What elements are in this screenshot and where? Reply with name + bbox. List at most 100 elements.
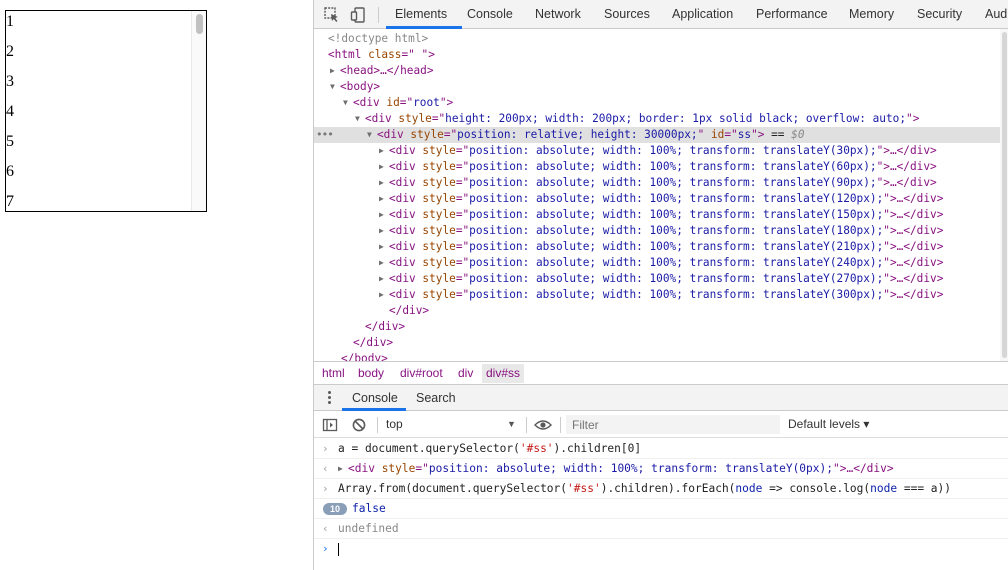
breadcrumb-div-ss[interactable]: div#ss <box>482 364 525 383</box>
collapsed-arrow-icon[interactable]: ▶ <box>379 175 389 191</box>
console-result-line[interactable]: ‹ undefined <box>314 519 1008 539</box>
tree-node-child-div[interactable]: ▶ <div style="position: absolute; width: … <box>314 143 1001 159</box>
breadcrumb-body[interactable]: body <box>354 364 388 383</box>
doctype-text: <!doctype html> <box>328 32 429 45</box>
expanded-arrow-icon[interactable]: ▼ <box>330 79 340 95</box>
collapsed-arrow-icon[interactable]: ▶ <box>379 287 389 303</box>
list-item: 7 <box>6 193 14 210</box>
device-toolbar-icon[interactable] <box>350 6 368 24</box>
tab-console[interactable]: Console <box>467 0 513 29</box>
default-levels-dropdown[interactable]: Default levels ▾ <box>788 411 869 438</box>
filter-input[interactable] <box>566 415 780 434</box>
tab-elements[interactable]: Elements <box>395 0 447 29</box>
collapsed-arrow-icon[interactable]: ▶ <box>379 271 389 287</box>
tree-node-close-body[interactable]: </body> <box>314 351 1001 361</box>
list-item: 6 <box>6 163 14 180</box>
tree-node-child-div[interactable]: ▶ <div style="position: absolute; width: … <box>314 207 1001 223</box>
tag-text: <div <box>348 462 382 475</box>
tag-text: <div <box>353 96 387 109</box>
console-prompt[interactable]: › <box>314 539 1008 559</box>
drawer-menu-icon[interactable] <box>328 391 332 405</box>
tree-node-child-div[interactable]: ▶ <div style="position: absolute; width: … <box>314 287 1001 303</box>
more-options-icon[interactable]: ••• <box>316 127 334 143</box>
expanded-arrow-icon[interactable]: ▼ <box>343 95 353 111</box>
console-input-line[interactable]: › a = document.querySelector('#ss').chil… <box>314 439 1008 459</box>
tree-node-close-div[interactable]: </div> <box>314 335 1001 351</box>
tree-node-child-div[interactable]: ▶ <div style="position: absolute; width: … <box>314 159 1001 175</box>
collapsed-arrow-icon[interactable]: ▶ <box>379 191 389 207</box>
list-item: 2 <box>6 43 14 60</box>
code-text: ).children).forEach( <box>600 482 736 495</box>
tag-text: ">…</div> <box>833 462 894 475</box>
collapsed-arrow-icon[interactable]: ▶ <box>379 207 389 223</box>
console-log-line[interactable]: 10 false <box>314 499 1008 519</box>
tag-text: <html <box>328 48 369 61</box>
tree-node-div-outer[interactable]: ▼ <div style="height: 200px; width: 200px… <box>314 111 1001 127</box>
tree-node-head[interactable]: ▶ <head>…</head> <box>314 63 1001 79</box>
tree-node-child-div[interactable]: ▶ <div style="position: absolute; width: … <box>314 271 1001 287</box>
tag-text: ">…</div> <box>883 272 944 285</box>
vertical-scrollbar[interactable] <box>191 11 206 211</box>
collapsed-arrow-icon[interactable]: ▶ <box>379 255 389 271</box>
tab-memory[interactable]: Memory <box>849 0 894 29</box>
tree-node-div-ss-selected[interactable]: ••• ▼ <div style="position: relative; hei… <box>314 127 1001 143</box>
tree-node-close-div[interactable]: </div> <box>314 319 1001 335</box>
collapsed-arrow-icon[interactable]: ▶ <box>379 143 389 159</box>
breadcrumb-div[interactable]: div <box>454 364 477 383</box>
collapsed-arrow-icon[interactable]: ▶ <box>338 459 348 479</box>
identifier: node <box>870 482 898 495</box>
tag-text: <div <box>389 176 423 189</box>
tree-node-child-div[interactable]: ▶ <div style="position: absolute; width: … <box>314 239 1001 255</box>
tree-node-child-div[interactable]: ▶ <div style="position: absolute; width: … <box>314 191 1001 207</box>
elements-tree[interactable]: <!doctype html> <html class=" "> ▶ <head>… <box>314 29 1001 361</box>
tag-text: <div <box>389 224 423 237</box>
tab-audits[interactable]: Audi <box>985 0 1008 29</box>
collapsed-arrow-icon[interactable]: ▶ <box>379 159 389 175</box>
tab-performance[interactable]: Performance <box>756 0 828 29</box>
clear-console-icon[interactable] <box>351 417 367 433</box>
attr-name: class <box>368 48 402 61</box>
breadcrumb-html[interactable]: html <box>318 364 349 383</box>
scrollbar-thumb[interactable] <box>1002 32 1007 358</box>
console-result-line[interactable]: ‹ ▶ <div style="position: absolute; width… <box>314 459 1008 479</box>
tab-sources[interactable]: Sources <box>604 0 650 29</box>
collapsed-arrow-icon[interactable]: ▶ <box>379 239 389 255</box>
tag-text: =" <box>455 272 470 285</box>
tag-text: "> <box>439 96 454 109</box>
attr-value: position: absolute; width: 100%; transfo… <box>469 208 884 221</box>
toolbar-divider <box>378 7 379 23</box>
sidebar-toggle-icon[interactable] <box>322 417 338 433</box>
expanded-arrow-icon[interactable]: ▼ <box>355 111 365 127</box>
tab-security[interactable]: Security <box>917 0 962 29</box>
tree-node-close-div[interactable]: </div> <box>314 303 1001 319</box>
collapsed-arrow-icon[interactable]: ▶ <box>330 63 340 79</box>
context-dropdown-icon[interactable]: ▼ <box>507 411 516 438</box>
tree-node-child-div[interactable]: ▶ <div style="position: absolute; width: … <box>314 175 1001 191</box>
live-expression-eye-icon[interactable] <box>534 418 552 432</box>
tab-drawer-search[interactable]: Search <box>416 385 456 411</box>
console-input-line[interactable]: › Array.from(document.querySelector('#ss… <box>314 479 1008 499</box>
context-select[interactable]: top <box>386 411 403 438</box>
tree-scrollbar[interactable] <box>1000 29 1008 361</box>
toolbar-divider <box>526 417 527 433</box>
tree-node-html[interactable]: <html class=" "> <box>314 47 1001 63</box>
attr-name: style <box>422 256 456 269</box>
expanded-arrow-icon[interactable]: ▼ <box>367 127 377 143</box>
scrollbar-thumb[interactable] <box>196 14 203 34</box>
tab-network[interactable]: Network <box>535 0 581 29</box>
attr-name: style <box>422 144 456 157</box>
attr-value: position: absolute; width: 100%; transfo… <box>469 256 884 269</box>
collapsed-arrow-icon[interactable]: ▶ <box>379 223 389 239</box>
tab-application[interactable]: Application <box>672 0 733 29</box>
breadcrumb-div-root[interactable]: div#root <box>396 364 447 383</box>
inspect-element-icon[interactable] <box>323 6 341 24</box>
tree-node-doctype[interactable]: <!doctype html> <box>314 31 1001 47</box>
tag-text: =" <box>455 144 470 157</box>
tag-text: </div> <box>353 336 394 349</box>
tree-node-body[interactable]: ▼ <body> <box>314 79 1001 95</box>
tree-node-div-root[interactable]: ▼ <div id="root"> <box>314 95 1001 111</box>
attr-name: style <box>410 128 444 141</box>
tree-node-child-div[interactable]: ▶ <div style="position: absolute; width: … <box>314 223 1001 239</box>
scroll-container[interactable]: 1 2 3 4 5 6 7 <box>5 10 207 212</box>
tree-node-child-div[interactable]: ▶ <div style="position: absolute; width: … <box>314 255 1001 271</box>
